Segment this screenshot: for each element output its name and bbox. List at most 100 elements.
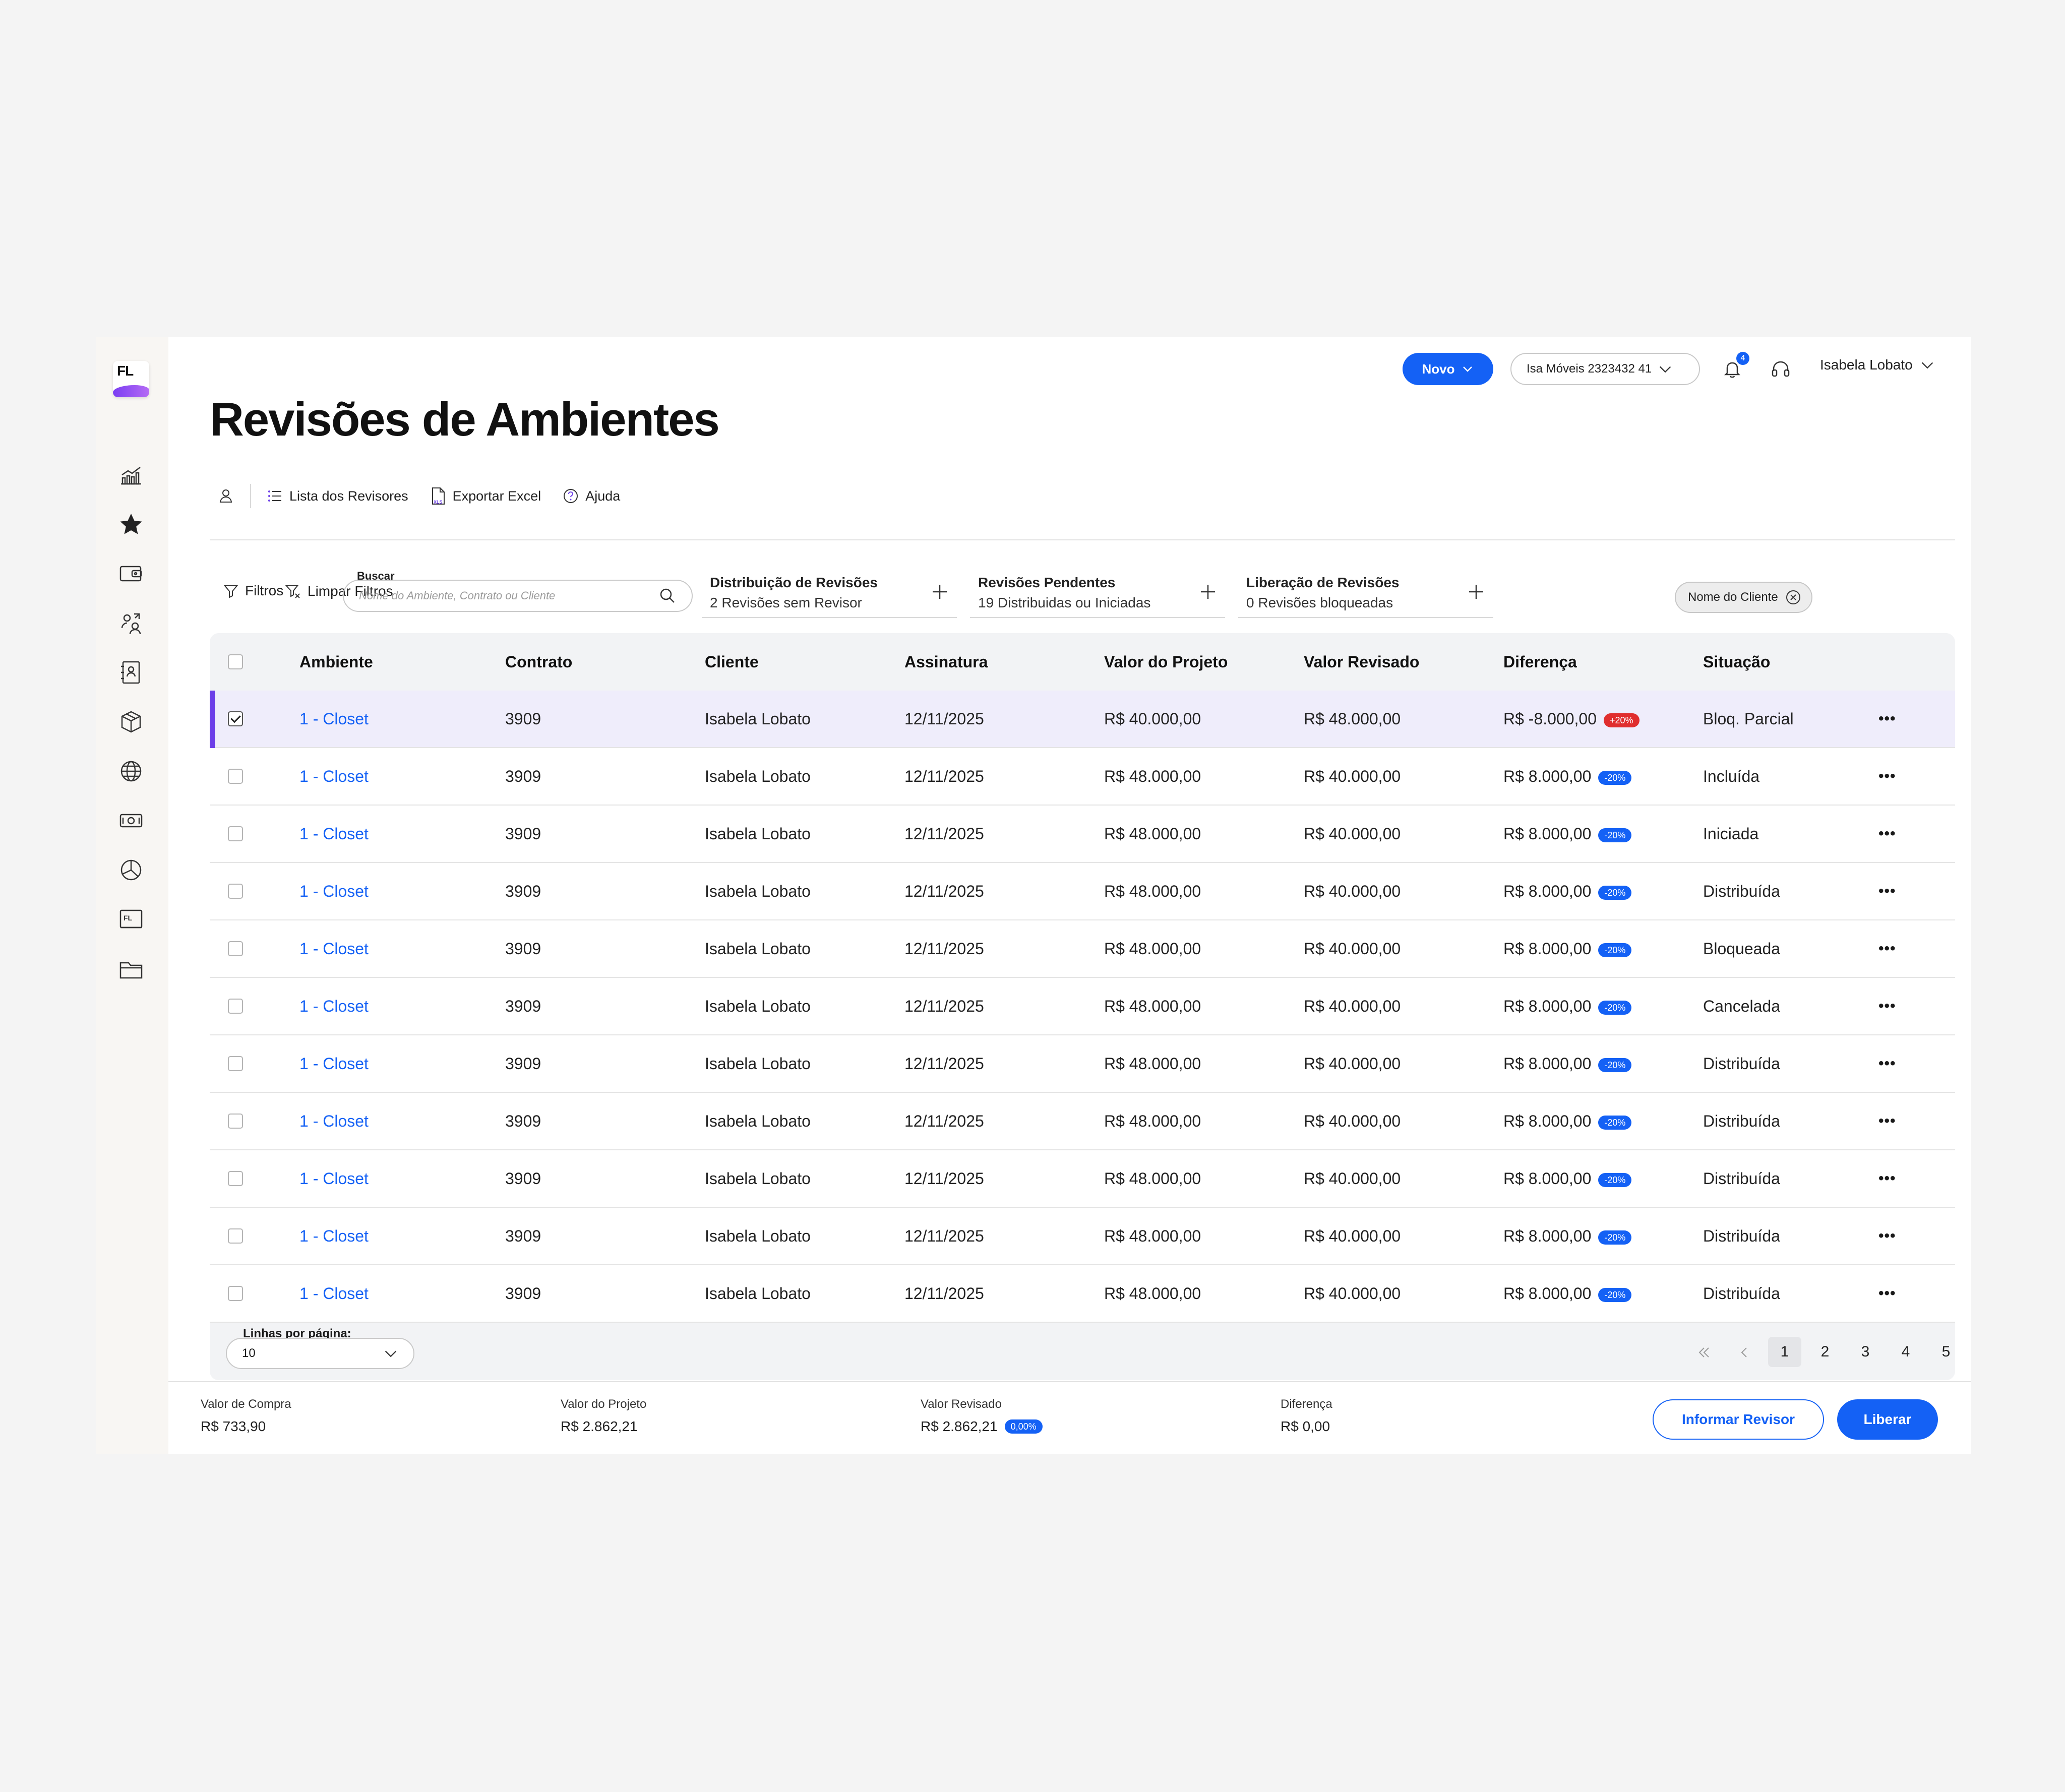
user-menu[interactable]: Isabela Lobato: [1820, 357, 1935, 373]
store-select[interactable]: Isa Móveis 2323432 41: [1510, 353, 1700, 385]
cell-diferenca: R$ -8.000,00 +20%: [1503, 691, 1639, 747]
page-number-button[interactable]: 4: [1886, 1343, 1926, 1361]
release-button[interactable]: Liberar: [1837, 1399, 1938, 1440]
folder-icon[interactable]: [118, 956, 144, 982]
col-ambiente[interactable]: Ambiente: [299, 633, 373, 691]
stat-distribution[interactable]: Distribuição de Revisões 2 Revisões sem …: [702, 570, 957, 618]
difference-value: R$ 8.000,00: [1503, 1227, 1592, 1245]
more-actions-icon[interactable]: •••: [1878, 1093, 1896, 1149]
prev-page-button[interactable]: [1724, 1343, 1765, 1361]
cell-ambiente[interactable]: 1 - Closet: [299, 1093, 369, 1149]
table-row[interactable]: 1 - Closet 3909 Isabela Lobato 12/11/2025 R$…: [210, 1208, 1955, 1265]
col-valor-projeto[interactable]: Valor do Projeto: [1104, 633, 1228, 691]
table-row[interactable]: 1 - Closet 3909 Isabela Lobato 12/11/2025 R$…: [210, 691, 1955, 748]
table-row[interactable]: 1 - Closet 3909 Isabela Lobato 12/11/2025 R$…: [210, 1150, 1955, 1208]
row-checkbox[interactable]: [228, 826, 243, 841]
row-checkbox[interactable]: [228, 999, 243, 1014]
box-icon[interactable]: [118, 709, 144, 735]
more-actions-icon[interactable]: •••: [1878, 1035, 1896, 1092]
row-checkbox[interactable]: [228, 941, 243, 956]
page-number-button[interactable]: 2: [1805, 1343, 1845, 1361]
cell-ambiente[interactable]: 1 - Closet: [299, 863, 369, 919]
more-actions-icon[interactable]: •••: [1878, 806, 1896, 862]
table-row[interactable]: 1 - Closet 3909 Isabela Lobato 12/11/2025 R$…: [210, 978, 1955, 1035]
stat-pending[interactable]: Revisões Pendentes 19 Distribuidas ou In…: [970, 570, 1225, 618]
more-actions-icon[interactable]: •••: [1878, 1150, 1896, 1207]
star-icon[interactable]: [118, 511, 144, 537]
globe-icon[interactable]: [118, 758, 144, 784]
person-button[interactable]: [217, 487, 235, 505]
cell-situacao: Distribuída: [1703, 1055, 1780, 1073]
col-valor-revisado[interactable]: Valor Revisado: [1304, 633, 1419, 691]
novo-button[interactable]: Novo: [1403, 353, 1493, 385]
client-name-chip[interactable]: Nome do Cliente: [1675, 582, 1812, 613]
wallet-icon[interactable]: [118, 561, 144, 587]
more-actions-icon[interactable]: •••: [1878, 978, 1896, 1034]
row-checkbox[interactable]: [228, 711, 243, 726]
table-row[interactable]: 1 - Closet 3909 Isabela Lobato 12/11/2025 R$…: [210, 1035, 1955, 1093]
toolbar: Lista dos Revisores XLS Exportar Excel A…: [217, 482, 641, 510]
main-content: Novo Isa Móveis 2323432 41 4 Isabela Lob…: [168, 337, 1971, 1454]
rows-per-page-select[interactable]: 10: [226, 1338, 414, 1369]
app-logo[interactable]: FL: [113, 361, 149, 397]
more-actions-icon[interactable]: •••: [1878, 863, 1896, 919]
cell-ambiente[interactable]: 1 - Closet: [299, 748, 369, 805]
plus-icon[interactable]: [930, 582, 950, 602]
stat-release[interactable]: Liberação de Revisões 0 Revisões bloquea…: [1238, 570, 1493, 618]
transfer-icon[interactable]: [118, 610, 144, 636]
table-row[interactable]: 1 - Closet 3909 Isabela Lobato 12/11/2025 R$…: [210, 920, 1955, 978]
row-checkbox[interactable]: [228, 1171, 243, 1186]
cell-ambiente[interactable]: 1 - Closet: [299, 806, 369, 862]
page-number-button[interactable]: 5: [1926, 1343, 1955, 1361]
help-button[interactable]: Ajuda: [562, 487, 620, 505]
search-input[interactable]: Nome do Ambiente, Contrato ou Cliente: [343, 580, 693, 612]
table-row[interactable]: 1 - Closet 3909 Isabela Lobato 12/11/2025 R$…: [210, 863, 1955, 920]
pie-chart-icon[interactable]: [118, 857, 144, 883]
row-checkbox[interactable]: [228, 769, 243, 784]
row-checkbox[interactable]: [228, 1228, 243, 1244]
cell-ambiente[interactable]: 1 - Closet: [299, 1150, 369, 1207]
col-diferenca[interactable]: Diferença: [1503, 633, 1577, 691]
cell-ambiente[interactable]: 1 - Closet: [299, 1265, 369, 1322]
table-row[interactable]: 1 - Closet 3909 Isabela Lobato 12/11/2025 R$…: [210, 1093, 1955, 1150]
table-row[interactable]: 1 - Closet 3909 Isabela Lobato 12/11/2025 R$…: [210, 1265, 1955, 1323]
cell-diferenca: R$ 8.000,00 -20%: [1503, 748, 1632, 805]
page-number-button[interactable]: 3: [1845, 1343, 1886, 1361]
chart-icon[interactable]: [118, 462, 144, 488]
fl-board-icon[interactable]: FL: [118, 906, 144, 933]
table-row[interactable]: 1 - Closet 3909 Isabela Lobato 12/11/2025 R$…: [210, 748, 1955, 806]
more-actions-icon[interactable]: •••: [1878, 1265, 1896, 1322]
col-contrato[interactable]: Contrato: [505, 633, 572, 691]
cell-ambiente[interactable]: 1 - Closet: [299, 691, 369, 747]
select-all-checkbox[interactable]: [228, 654, 243, 669]
row-checkbox[interactable]: [228, 884, 243, 899]
plus-icon[interactable]: [1466, 582, 1486, 602]
row-checkbox[interactable]: [228, 1114, 243, 1129]
export-excel-button[interactable]: XLS Exportar Excel: [430, 486, 541, 506]
col-situacao[interactable]: Situação: [1703, 633, 1770, 691]
row-checkbox[interactable]: [228, 1286, 243, 1301]
first-page-button[interactable]: [1684, 1343, 1724, 1361]
filters-button[interactable]: Filtros: [223, 583, 283, 599]
cell-ambiente[interactable]: 1 - Closet: [299, 1035, 369, 1092]
remove-chip-icon[interactable]: [1785, 589, 1801, 605]
more-actions-icon[interactable]: •••: [1878, 1208, 1896, 1264]
summary-value: R$ 733,90: [201, 1418, 266, 1434]
table-row[interactable]: 1 - Closet 3909 Isabela Lobato 12/11/2025 R$…: [210, 806, 1955, 863]
page-number-button[interactable]: 1: [1768, 1337, 1801, 1367]
more-actions-icon[interactable]: •••: [1878, 748, 1896, 805]
cell-ambiente[interactable]: 1 - Closet: [299, 920, 369, 977]
col-assinatura[interactable]: Assinatura: [904, 633, 988, 691]
money-icon[interactable]: [118, 808, 144, 834]
reviewers-list-button[interactable]: Lista dos Revisores: [266, 487, 408, 505]
inform-reviewer-button[interactable]: Informar Revisor: [1653, 1399, 1824, 1440]
headset-icon[interactable]: [1770, 358, 1792, 380]
more-actions-icon[interactable]: •••: [1878, 920, 1896, 977]
cell-ambiente[interactable]: 1 - Closet: [299, 978, 369, 1034]
row-checkbox[interactable]: [228, 1056, 243, 1071]
cell-ambiente[interactable]: 1 - Closet: [299, 1208, 369, 1264]
col-cliente[interactable]: Cliente: [705, 633, 759, 691]
more-actions-icon[interactable]: •••: [1878, 691, 1896, 747]
plus-icon[interactable]: [1198, 582, 1218, 602]
contact-book-icon[interactable]: [118, 659, 144, 686]
